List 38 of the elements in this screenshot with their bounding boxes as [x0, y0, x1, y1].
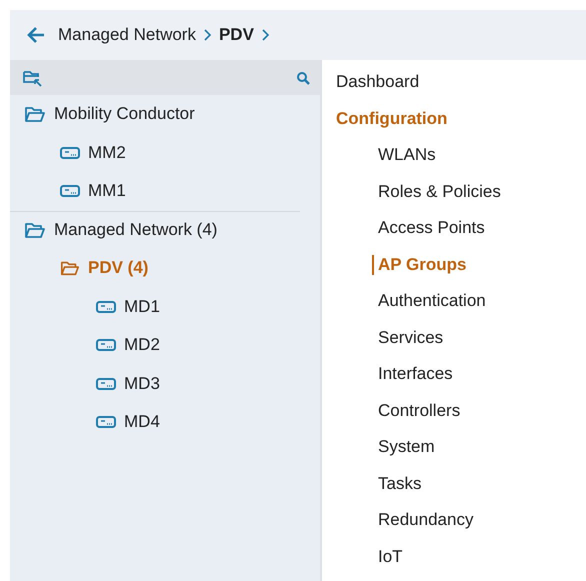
menu-item[interactable]: Access Points [378, 218, 485, 238]
tree-item[interactable]: Managed Network (4) [54, 220, 218, 240]
folder-icon [24, 105, 46, 124]
menu-item[interactable]: System [378, 437, 435, 458]
tree-item[interactable]: Mobility Conductor [54, 104, 195, 124]
menu-item[interactable]: Authentication [378, 291, 486, 312]
back-arrow-icon[interactable] [26, 25, 47, 45]
menu-item[interactable]: IoT [378, 546, 403, 567]
tree-item[interactable]: MD2 [124, 335, 160, 356]
menu-item[interactable]: Controllers [378, 400, 460, 421]
menu-item[interactable]: Roles & Policies [378, 182, 501, 202]
tree-item[interactable]: MD1 [124, 296, 160, 317]
menu-item[interactable]: Dashboard [336, 72, 420, 92]
tree-item[interactable]: MM1 [88, 181, 126, 202]
menu-item[interactable]: Redundancy [378, 510, 474, 530]
device-icon [96, 300, 116, 313]
folder-icon [60, 259, 80, 278]
device-icon [60, 185, 80, 198]
folder-icon [24, 221, 46, 240]
chevron-icon [202, 28, 212, 42]
tree-item[interactable]: MD4 [124, 412, 160, 432]
tree-item[interactable]: MD3 [124, 374, 160, 394]
device-icon [96, 339, 116, 352]
breadcrumb-link[interactable]: Managed Network [58, 25, 196, 45]
device-icon [60, 146, 80, 159]
chevron-icon [260, 28, 270, 42]
device-icon [96, 378, 116, 390]
menu-item[interactable]: Tasks [378, 474, 422, 494]
menu-item[interactable]: Services [378, 328, 444, 348]
breadcrumb-link[interactable]: PDV [218, 25, 254, 45]
search-icon[interactable] [296, 70, 310, 84]
tree-item[interactable]: PDV (4) [88, 258, 148, 278]
menu-item[interactable]: AP Groups [372, 254, 466, 275]
device-icon [96, 416, 116, 428]
tree-item[interactable]: MM2 [88, 142, 126, 163]
menu-item[interactable]: Configuration [336, 108, 448, 129]
menu-item[interactable]: WLANs [378, 145, 436, 166]
menu-item[interactable]: Interfaces [378, 364, 453, 384]
